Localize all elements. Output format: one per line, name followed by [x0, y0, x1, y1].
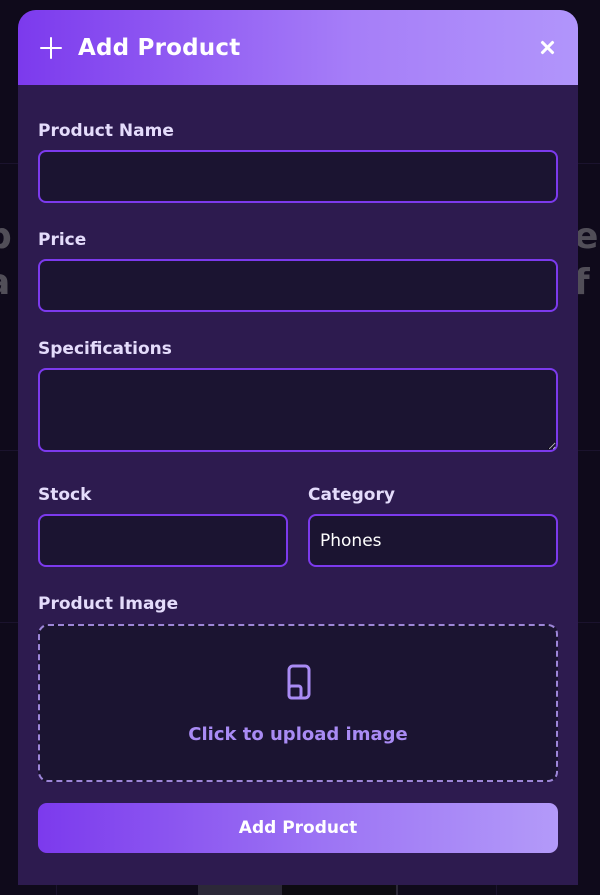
add-product-modal: Add Product Product Name Price Specifica…	[18, 10, 578, 885]
product-name-label: Product Name	[38, 121, 174, 141]
specifications-label: Specifications	[38, 339, 172, 359]
stock-label: Stock	[38, 485, 92, 505]
modal-header: Add Product	[18, 10, 578, 85]
plus-icon	[40, 36, 62, 59]
category-selected-value: Phones	[320, 530, 382, 551]
phone-icon	[287, 664, 311, 700]
close-icon[interactable]	[538, 38, 556, 56]
product-name-input[interactable]	[38, 150, 558, 203]
upload-prompt: Click to upload image	[188, 724, 408, 745]
category-select[interactable]: Phones	[308, 514, 558, 567]
add-product-button[interactable]: Add Product	[38, 803, 558, 853]
modal-title: Add Product	[78, 34, 241, 61]
image-upload-dropzone[interactable]: Click to upload image	[38, 624, 558, 782]
stock-input[interactable]	[38, 514, 288, 567]
price-input[interactable]	[38, 259, 558, 312]
specifications-textarea[interactable]	[38, 368, 558, 452]
price-label: Price	[38, 230, 87, 250]
product-image-label: Product Image	[38, 594, 179, 614]
category-label: Category	[308, 485, 395, 505]
